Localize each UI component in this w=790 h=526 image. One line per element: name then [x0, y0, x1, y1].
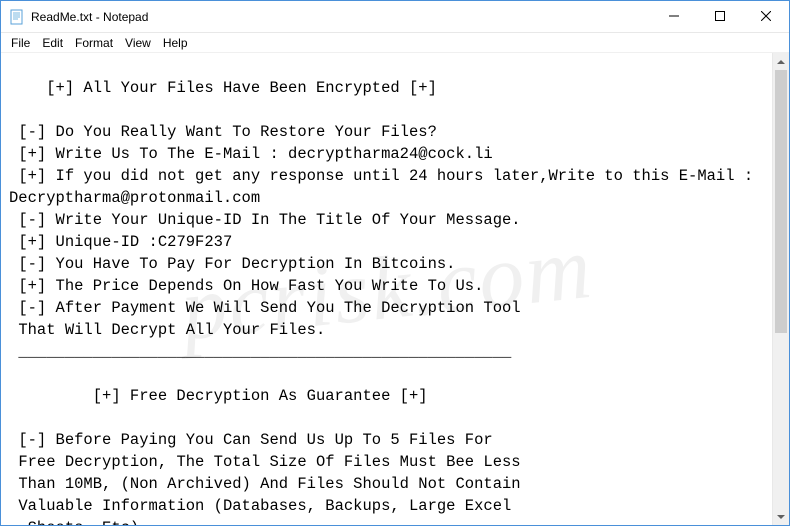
scroll-thumb[interactable]: [775, 70, 787, 333]
minimize-button[interactable]: [651, 1, 697, 31]
scroll-up-arrow[interactable]: [773, 53, 789, 70]
text-editor[interactable]: [+] All Your Files Have Been Encrypted […: [1, 53, 772, 525]
menu-file[interactable]: File: [5, 34, 36, 52]
content-area: [+] All Your Files Have Been Encrypted […: [1, 53, 789, 525]
close-button[interactable]: [743, 1, 789, 31]
vertical-scrollbar[interactable]: [772, 53, 789, 525]
menubar: File Edit Format View Help: [1, 33, 789, 53]
window-title: ReadMe.txt - Notepad: [31, 10, 651, 24]
titlebar: ReadMe.txt - Notepad: [1, 1, 789, 33]
menu-help[interactable]: Help: [157, 34, 194, 52]
scroll-track[interactable]: [773, 70, 789, 508]
document-text: [+] All Your Files Have Been Encrypted […: [9, 79, 762, 525]
maximize-button[interactable]: [697, 1, 743, 31]
notepad-icon: [9, 9, 25, 25]
menu-edit[interactable]: Edit: [36, 34, 69, 52]
scroll-down-arrow[interactable]: [773, 508, 789, 525]
window-controls: [651, 1, 789, 32]
menu-view[interactable]: View: [119, 34, 157, 52]
menu-format[interactable]: Format: [69, 34, 119, 52]
